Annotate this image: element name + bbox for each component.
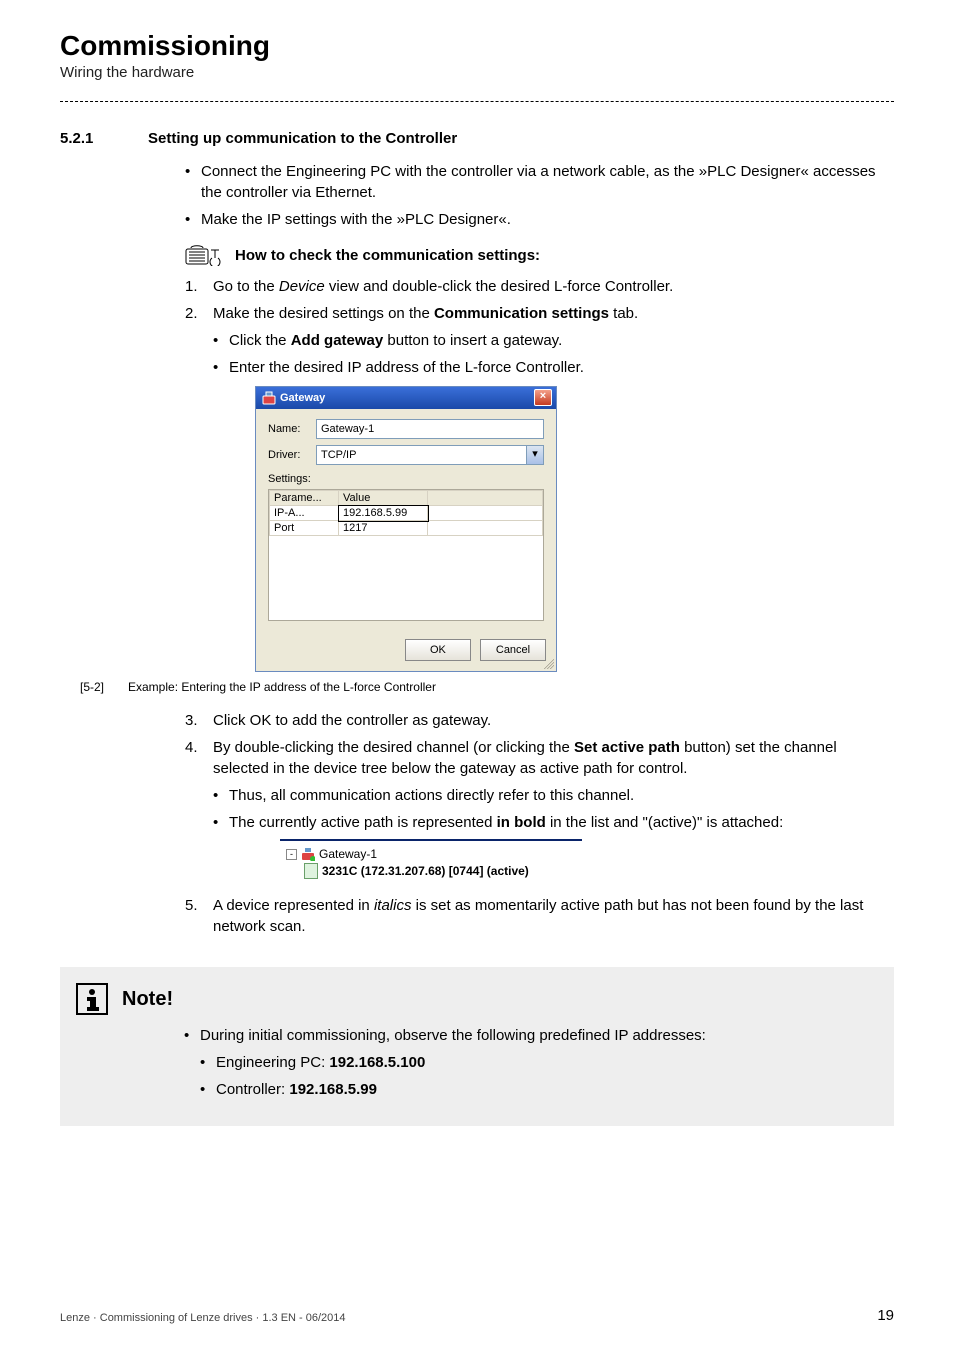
dialog-settings-table: Parame... Value IP-A... 192.168.5.99 Por… [268,489,544,621]
figure-caption-text: Example: Entering the IP address of the … [128,680,436,694]
intro-bullet-1: Connect the Engineering PC with the cont… [185,161,894,203]
step-text-3: Click OK to add the controller as gatewa… [213,710,491,731]
dialog-driver-label: Driver: [268,449,316,461]
footer-text: Lenze · Commissioning of Lenze drives · … [60,1312,346,1324]
settings-row-port-label: Port [270,521,339,536]
step-text-2: Make the desired settings on the Communi… [213,303,638,324]
settings-table-header-param: Parame... [270,491,339,506]
dialog-name-label: Name: [268,423,316,435]
howto-heading: How to check the communication settings: [235,247,540,264]
gateway-node-icon [301,847,315,861]
step-number-4: 4. [185,737,213,779]
step4-sub-2: The currently active path is represented… [213,812,894,833]
tree-collapse-icon[interactable]: - [286,849,297,860]
guide-icon [185,244,225,266]
settings-row-port-value[interactable]: 1217 [339,521,428,536]
note-line-3: Controller: 192.168.5.99 [200,1079,878,1100]
dialog-name-input[interactable]: Gateway-1 [316,419,544,439]
chevron-down-icon[interactable]: ▾ [527,445,544,465]
tree-gateway-label[interactable]: Gateway-1 [319,845,377,863]
gateway-dialog: Gateway × Name: Gateway-1 Driver: TCP/IP… [255,386,557,672]
page-number: 19 [877,1307,894,1324]
step-text-5: A device represented in italics is set a… [213,895,894,937]
dialog-title-icon [262,391,276,405]
page-title: Commissioning [60,30,894,62]
step-number-1: 1. [185,276,213,297]
dialog-title-text: Gateway [280,392,325,404]
device-node-icon [304,863,318,879]
step2-sub-1: Click the Add gateway button to insert a… [213,330,894,351]
section-heading: Setting up communication to the Controll… [148,130,457,147]
settings-table-header-value: Value [339,491,428,506]
dialog-driver-select[interactable]: TCP/IP [316,445,527,465]
figure-number: [5-2] [80,680,128,694]
device-tree-snippet: - Gateway-1 3231C (172.31.207.68) [0744]… [280,839,582,885]
intro-bullet-2: Make the IP settings with the »PLC Desig… [185,209,894,230]
note-line-1: During initial commissioning, observe th… [184,1025,878,1046]
step-number-3: 3. [185,710,213,731]
dialog-close-button[interactable]: × [534,389,552,406]
separator-dashed [60,101,894,102]
page-subtitle: Wiring the hardware [60,64,894,81]
settings-row-ip-label: IP-A... [270,506,339,521]
step-text-1: Go to the Device view and double-click t… [213,276,673,297]
settings-row-ip-value[interactable]: 192.168.5.99 [339,506,428,521]
howto-row: How to check the communication settings: [185,244,894,266]
step2-sub-2: Enter the desired IP address of the L-fo… [213,357,894,378]
note-title: Note! [122,988,173,1011]
dialog-ok-button[interactable]: OK [405,639,471,661]
section-number: 5.2.1 [60,130,148,147]
info-icon [76,983,108,1015]
dialog-cancel-button[interactable]: Cancel [480,639,546,661]
step-text-4: By double-clicking the desired channel (… [213,737,894,779]
dialog-settings-label: Settings: [268,473,544,485]
step-number-2: 2. [185,303,213,324]
step-number-5: 5. [185,895,213,937]
note-line-2: Engineering PC: 192.168.5.100 [200,1052,878,1073]
tree-device-label[interactable]: 3231C (172.31.207.68) [0744] (active) [322,864,529,878]
step4-sub-1: Thus, all communication actions directly… [213,785,894,806]
note-box: Note! During initial commissioning, obse… [60,967,894,1126]
